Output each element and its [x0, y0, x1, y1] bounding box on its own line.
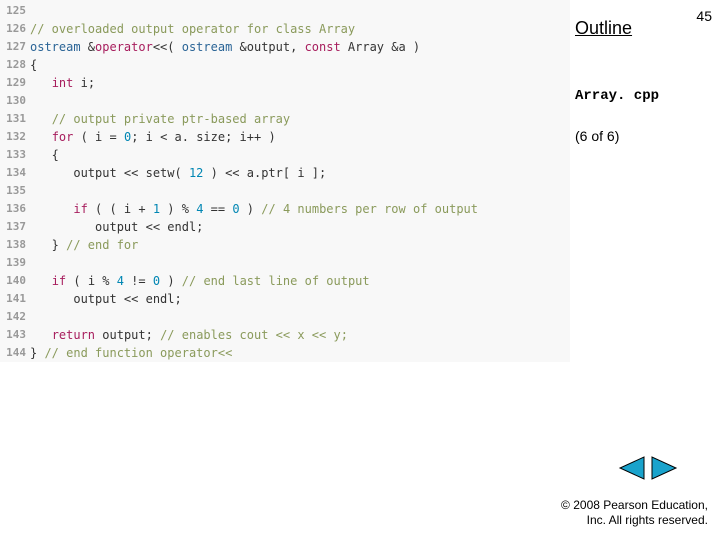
code-line: 144} // end function operator<<: [0, 344, 570, 362]
code-content: if ( ( i + 1 ) % 4 == 0 ) // 4 numbers p…: [30, 200, 478, 218]
line-number: 128: [0, 56, 30, 74]
line-number: 126: [0, 20, 30, 38]
code-line: 136 if ( ( i + 1 ) % 4 == 0 ) // 4 numbe…: [0, 200, 570, 218]
code-listing: 125126// overloaded output operator for …: [0, 0, 570, 362]
source-filename: Array. cpp: [575, 88, 659, 104]
line-number: 144: [0, 344, 30, 362]
line-number: 139: [0, 254, 30, 272]
code-content: output << setw( 12 ) << a.ptr[ i ];: [30, 164, 326, 182]
line-number: 142: [0, 308, 30, 326]
code-line: 130: [0, 92, 570, 110]
code-line: 129 int i;: [0, 74, 570, 92]
code-content: ostream &operator<<( ostream &output, co…: [30, 38, 420, 56]
sidebar: Outline: [575, 0, 720, 39]
nav-arrows: [616, 455, 680, 486]
code-line: 140 if ( i % 4 != 0 ) // end last line o…: [0, 272, 570, 290]
code-line: 127ostream &operator<<( ostream &output,…: [0, 38, 570, 56]
line-number: 130: [0, 92, 30, 110]
code-content: int i;: [30, 74, 95, 92]
code-line: 141 output << endl;: [0, 290, 570, 308]
code-line: 134 output << setw( 12 ) << a.ptr[ i ];: [0, 164, 570, 182]
code-line: 135: [0, 182, 570, 200]
code-line: 126// overloaded output operator for cla…: [0, 20, 570, 38]
line-number: 133: [0, 146, 30, 164]
line-number: 138: [0, 236, 30, 254]
next-arrow-icon[interactable]: [650, 455, 680, 481]
code-content: } // end for: [30, 236, 138, 254]
code-content: output << endl;: [30, 218, 203, 236]
code-line: 138 } // end for: [0, 236, 570, 254]
copyright: © 2008 Pearson Education, Inc. All right…: [561, 498, 708, 528]
code-content: {: [30, 56, 37, 74]
line-number: 129: [0, 74, 30, 92]
line-number: 125: [0, 2, 30, 20]
code-content: for ( i = 0; i < a. size; i++ ): [30, 128, 276, 146]
line-number: 141: [0, 290, 30, 308]
code-content: if ( i % 4 != 0 ) // end last line of ou…: [30, 272, 370, 290]
code-line: 131 // output private ptr-based array: [0, 110, 570, 128]
line-number: 127: [0, 38, 30, 56]
code-content: {: [30, 146, 59, 164]
line-number: 131: [0, 110, 30, 128]
line-number: 137: [0, 218, 30, 236]
code-line: 125: [0, 2, 570, 20]
code-line: 142: [0, 308, 570, 326]
code-line: 133 {: [0, 146, 570, 164]
line-number: 132: [0, 128, 30, 146]
line-number: 134: [0, 164, 30, 182]
line-number: 135: [0, 182, 30, 200]
page-of-pages: (6 of 6): [575, 128, 619, 144]
code-content: return output; // enables cout << x << y…: [30, 326, 348, 344]
prev-arrow-icon[interactable]: [616, 455, 646, 481]
code-line: 128{: [0, 56, 570, 74]
code-content: // overloaded output operator for class …: [30, 20, 355, 38]
code-content: // output private ptr-based array: [30, 110, 290, 128]
code-content: } // end function operator<<: [30, 344, 232, 362]
code-line: 139: [0, 254, 570, 272]
copyright-line: © 2008 Pearson Education,: [561, 498, 708, 513]
line-number: 136: [0, 200, 30, 218]
line-number: 143: [0, 326, 30, 344]
code-line: 132 for ( i = 0; i < a. size; i++ ): [0, 128, 570, 146]
line-number: 140: [0, 272, 30, 290]
code-line: 143 return output; // enables cout << x …: [0, 326, 570, 344]
copyright-line: Inc. All rights reserved.: [561, 513, 708, 528]
code-content: output << endl;: [30, 290, 182, 308]
outline-heading: Outline: [575, 18, 720, 39]
code-line: 137 output << endl;: [0, 218, 570, 236]
